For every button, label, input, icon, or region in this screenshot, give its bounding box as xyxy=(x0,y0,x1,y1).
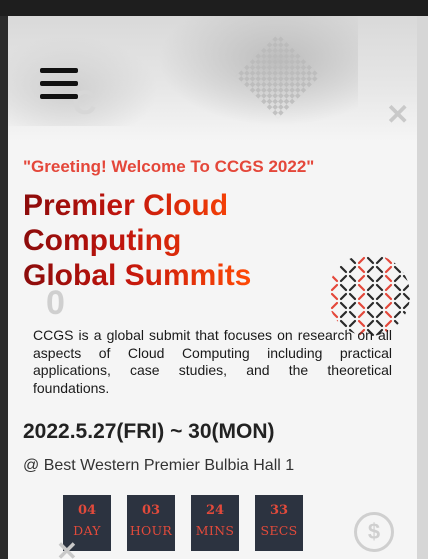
decorative-x-icon: ✕ xyxy=(386,99,410,130)
title-line: Computing xyxy=(23,224,182,257)
summit-description: CCGS is a global submit that focuses on … xyxy=(33,327,392,396)
greeting-text: "Greeting! Welcome To CCGS 2022" xyxy=(23,157,315,176)
countdown-minutes: 24 MINS xyxy=(191,495,239,551)
hero-section: C ✕ 0 "Greeting! Welcome To CCGS 2022" P… xyxy=(8,16,417,559)
countdown-value: 04 xyxy=(77,503,97,518)
browser-top-bar xyxy=(0,0,428,16)
countdown-value: 24 xyxy=(205,503,225,518)
countdown-label: SECS xyxy=(260,523,298,538)
hamburger-menu-icon[interactable] xyxy=(40,68,78,100)
countdown-label: MINS xyxy=(195,523,235,538)
countdown-value: 33 xyxy=(269,503,289,518)
title-line: Global Summits xyxy=(23,259,252,292)
countdown-seconds: 33 SECS xyxy=(255,495,303,551)
event-venue: @ Best Western Premier Bulbia Hall 1 xyxy=(23,457,295,474)
countdown-hours: 03 HOUR xyxy=(127,495,175,551)
title-line: Premier Cloud xyxy=(23,189,229,222)
countdown-timer: 04 DAY 03 HOUR 24 MINS 33 SECS xyxy=(63,495,303,551)
scrollbar[interactable] xyxy=(417,16,428,559)
page-title: Premier Cloud Computing Global Summits xyxy=(23,188,251,293)
countdown-label: HOUR xyxy=(129,523,173,538)
decorative-x-icon: ✕ xyxy=(56,536,78,559)
decorative-dollar-icon: $ xyxy=(354,512,394,552)
event-date: 2022.5.27(FRI) ~ 30(MON) xyxy=(23,420,275,443)
countdown-value: 03 xyxy=(141,503,161,518)
dot-pattern-circle xyxy=(330,256,410,336)
